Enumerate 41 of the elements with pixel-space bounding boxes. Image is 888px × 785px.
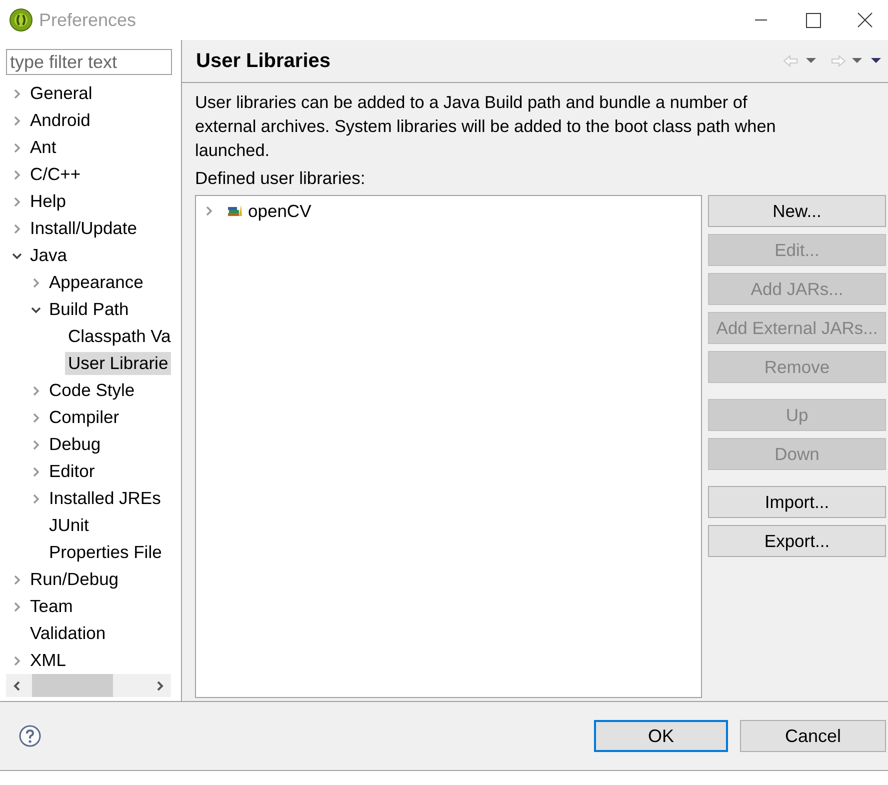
horizontal-scrollbar[interactable]: [6, 674, 171, 697]
tree-item[interactable]: Code Style: [46, 379, 138, 402]
tree-item[interactable]: Help: [27, 190, 69, 214]
app-logo-icon: [9, 8, 33, 32]
tree-item[interactable]: Editor: [46, 460, 98, 484]
action-button[interactable]: Export...: [708, 525, 886, 557]
list-label: Defined user libraries:: [195, 167, 366, 190]
library-list[interactable]: openCV: [195, 195, 702, 698]
tree-item[interactable]: XML: [27, 649, 69, 672]
tree-item[interactable]: Validation: [27, 622, 109, 646]
action-button[interactable]: New...: [708, 195, 886, 227]
tree-item[interactable]: C/C++: [27, 163, 84, 186]
tree-item[interactable]: Team: [27, 595, 76, 618]
tree-item[interactable]: Run/Debug: [27, 568, 122, 592]
tree-item[interactable]: User Librarie: [65, 352, 172, 376]
window-title: Preferences: [39, 10, 138, 30]
tree-item[interactable]: JUnit: [46, 514, 92, 538]
tree-item[interactable]: Android: [27, 109, 94, 132]
scroll-left-icon[interactable]: [12, 680, 22, 692]
dialog-button[interactable]: OK: [594, 720, 728, 752]
tree-item[interactable]: Debug: [46, 433, 104, 456]
help-icon[interactable]: [19, 725, 41, 747]
tree-item[interactable]: Ant: [27, 136, 60, 160]
tree-item[interactable]: Build Path: [46, 298, 132, 322]
navigation-arrows-icon[interactable]: [782, 54, 882, 68]
tree-item[interactable]: Installed JREs: [46, 487, 164, 510]
tree-item[interactable]: Java: [27, 244, 70, 268]
tree-item[interactable]: Classpath Va: [65, 325, 174, 348]
library-name[interactable]: openCV: [248, 200, 312, 222]
description-text: User libraries can be added to a Java Build path and bundle a number of external archives. System libraries will be added to the boot class path when launched.: [195, 91, 777, 162]
dialog-button[interactable]: Cancel: [740, 720, 886, 752]
tree-item[interactable]: Compiler: [46, 406, 122, 430]
library-books-icon: [227, 204, 243, 218]
tree-item[interactable]: Appearance: [46, 271, 146, 294]
page-title: User Libraries: [196, 50, 332, 72]
action-button[interactable]: Import...: [708, 486, 886, 518]
tree-item[interactable]: General: [27, 82, 96, 106]
filter-field[interactable]: type filter text: [6, 49, 172, 76]
tree-item[interactable]: Install/Update: [27, 217, 140, 240]
scroll-right-icon[interactable]: [155, 680, 165, 692]
tree-item[interactable]: Properties File: [46, 541, 165, 564]
